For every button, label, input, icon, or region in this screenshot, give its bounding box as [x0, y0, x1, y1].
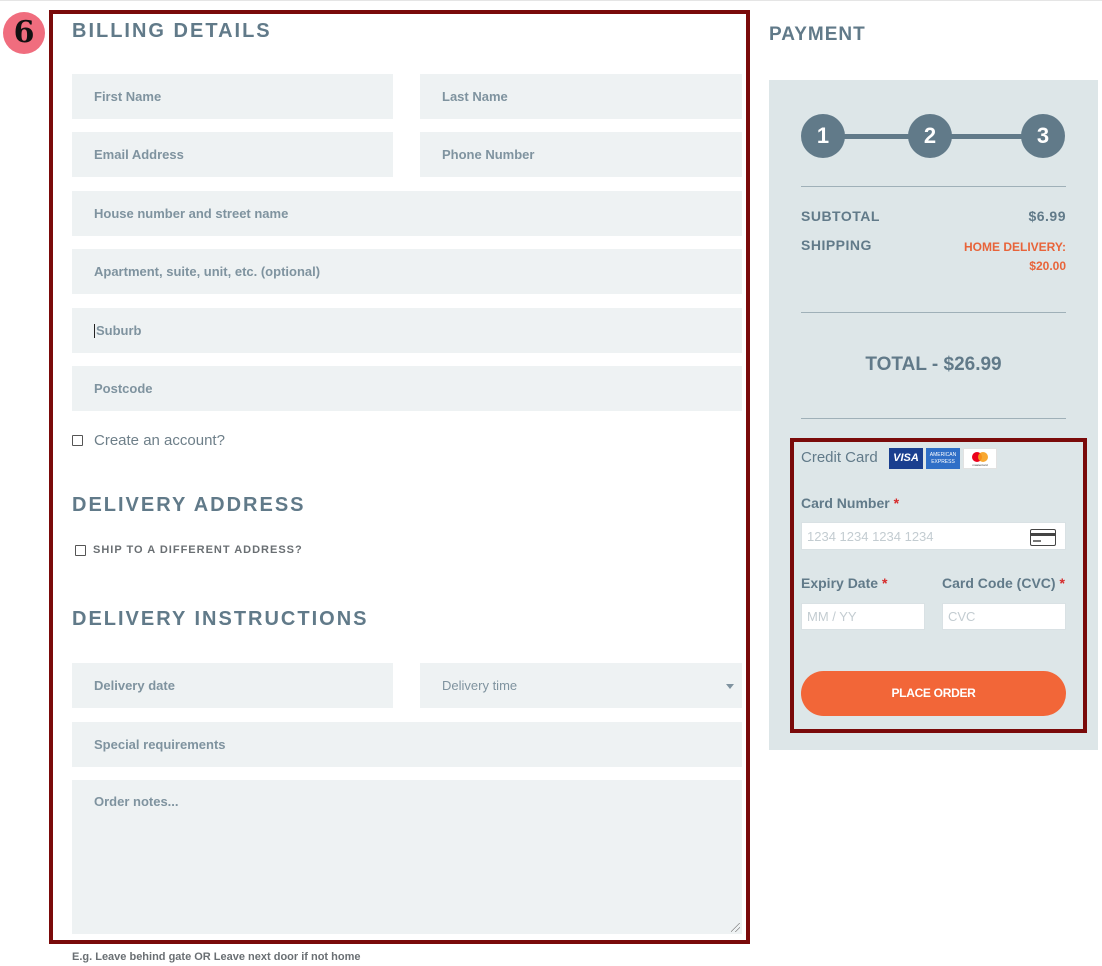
amex-icon: AMERICAN EXPRESS [926, 448, 960, 469]
card-number-label: Card Number * [801, 495, 899, 511]
order-notes-hint: E.g. Leave behind gate OR Leave next doo… [72, 951, 361, 963]
apartment-input[interactable]: Apartment, suite, unit, etc. (optional) [72, 249, 742, 294]
step-3: 3 [1021, 114, 1065, 158]
special-requirements-input[interactable]: Special requirements [72, 722, 742, 767]
mastercard-wordmark: mastercard [972, 463, 987, 467]
annotation-badge-6: 6 [3, 12, 45, 54]
apartment-placeholder: Apartment, suite, unit, etc. (optional) [94, 264, 321, 279]
order-notes-textarea[interactable]: Order notes... [72, 780, 742, 934]
expiry-placeholder: MM / YY [807, 609, 857, 624]
order-notes-placeholder: Order notes... [94, 794, 179, 809]
step-1: 1 [801, 114, 845, 158]
summary-divider-bottom [801, 418, 1066, 419]
card-number-input[interactable]: 1234 1234 1234 1234 [801, 522, 1066, 550]
required-mark: * [881, 575, 888, 591]
ship-different-checkbox[interactable] [75, 545, 86, 556]
delivery-time-select[interactable]: Delivery time [420, 663, 742, 708]
required-mark: * [893, 495, 900, 511]
mastercard-icon: mastercard [963, 448, 997, 469]
postcode-placeholder: Postcode [94, 381, 153, 396]
cvc-placeholder: CVC [948, 609, 976, 624]
last-name-placeholder: Last Name [442, 89, 508, 104]
resize-handle-icon[interactable] [731, 923, 740, 932]
delivery-date-placeholder: Delivery date [94, 678, 175, 693]
street-placeholder: House number and street name [94, 206, 289, 221]
total-value: $26.99 [943, 354, 1002, 375]
phone-placeholder: Phone Number [442, 147, 535, 162]
credit-card-icon [1030, 529, 1056, 546]
total-row: TOTAL - $26.99 [801, 354, 1066, 376]
payment-heading: PAYMENT [769, 24, 866, 45]
last-name-input[interactable]: Last Name [420, 74, 742, 119]
total-separator: - [931, 354, 939, 375]
summary-divider-mid [801, 312, 1066, 313]
credit-card-label: Credit Card [801, 449, 878, 466]
card-number-label-text: Card Number [801, 495, 890, 511]
text-cursor [94, 323, 95, 338]
shipping-value: HOME DELIVERY: $20.00 [964, 238, 1066, 276]
shipping-label: SHIPPING [801, 237, 872, 253]
top-divider [0, 0, 1102, 1]
delivery-instructions-heading: DELIVERY INSTRUCTIONS [72, 608, 369, 630]
cvc-label: Card Code (CVC) * [942, 575, 1065, 591]
suburb-input[interactable]: Suburb [72, 308, 742, 353]
ship-different-label[interactable]: SHIP TO A DIFFERENT ADDRESS? [93, 544, 303, 556]
first-name-placeholder: First Name [94, 89, 162, 104]
delivery-date-input[interactable]: Delivery date [72, 663, 393, 708]
expiry-label-text: Expiry Date [801, 575, 879, 591]
email-input[interactable]: Email Address [72, 132, 393, 177]
delivery-time-value: Delivery time [442, 678, 518, 693]
visa-icon: VISA [889, 448, 923, 469]
email-placeholder: Email Address [94, 147, 184, 162]
phone-input[interactable]: Phone Number [420, 132, 742, 177]
billing-heading: BILLING DETAILS [72, 20, 272, 42]
card-number-placeholder: 1234 1234 1234 1234 [807, 528, 934, 544]
summary-divider-top [801, 186, 1066, 187]
subtotal-label: SUBTOTAL [801, 208, 880, 224]
special-requirements-placeholder: Special requirements [94, 737, 226, 752]
first-name-input[interactable]: First Name [72, 74, 393, 119]
expiry-input[interactable]: MM / YY [801, 603, 925, 630]
expiry-label: Expiry Date * [801, 575, 887, 591]
cvc-input[interactable]: CVC [942, 603, 1066, 630]
create-account-checkbox[interactable] [72, 435, 83, 446]
suburb-placeholder: Suburb [96, 323, 142, 338]
shipping-cost: $20.00 [1029, 259, 1066, 273]
create-account-label[interactable]: Create an account? [94, 432, 225, 449]
street-input[interactable]: House number and street name [72, 191, 742, 236]
delivery-address-heading: DELIVERY ADDRESS [72, 494, 306, 516]
place-order-button[interactable]: PLACE ORDER [801, 671, 1066, 716]
shipping-method: HOME DELIVERY: [963, 240, 1066, 254]
subtotal-value: $6.99 [1028, 208, 1066, 224]
required-mark: * [1059, 575, 1065, 591]
total-label: TOTAL [865, 354, 927, 375]
chevron-down-icon [726, 683, 734, 689]
postcode-input[interactable]: Postcode [72, 366, 742, 411]
step-2: 2 [908, 114, 952, 158]
cvc-label-text: Card Code (CVC) [942, 575, 1056, 591]
